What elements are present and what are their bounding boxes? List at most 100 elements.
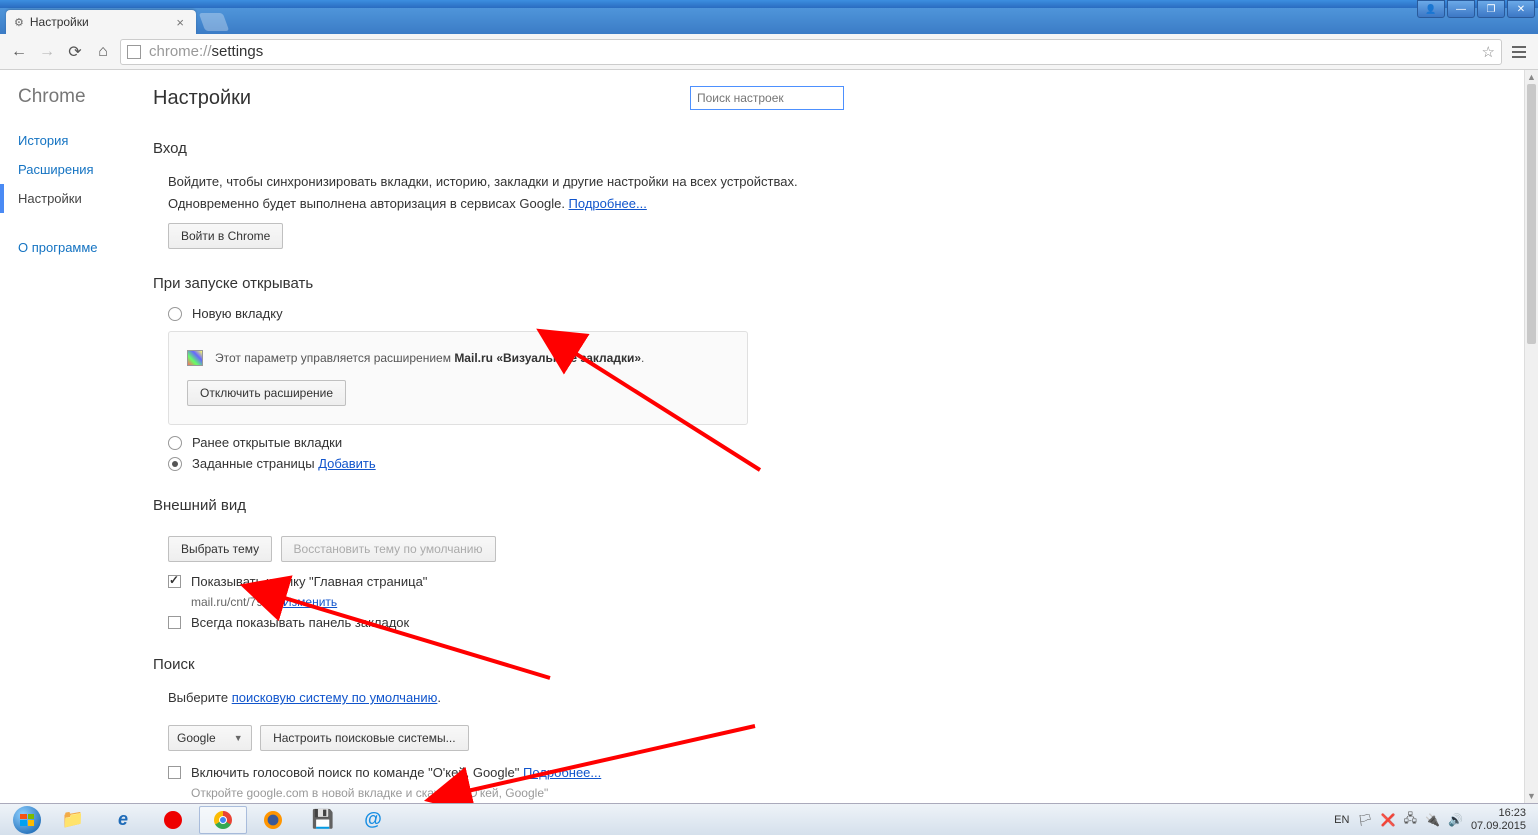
scroll-up-icon[interactable]: ▲ bbox=[1525, 70, 1538, 84]
checkbox-label: Включить голосовой поиск по команде "О'к… bbox=[191, 765, 523, 780]
url-path: settings bbox=[212, 43, 264, 60]
user-button[interactable]: 👤 bbox=[1417, 0, 1445, 18]
taskbar-mailru[interactable]: @ bbox=[349, 806, 397, 834]
tray-time: 16:23 bbox=[1471, 807, 1526, 819]
ext-name: Mail.ru «Визуальные закладки» bbox=[454, 351, 641, 365]
nav-extensions[interactable]: Расширения bbox=[0, 155, 153, 184]
login-heading: Вход bbox=[153, 140, 1524, 157]
taskbar-chrome[interactable] bbox=[199, 806, 247, 834]
start-button[interactable] bbox=[7, 806, 47, 834]
enable-voice-search-option[interactable]: Включить голосовой поиск по команде "О'к… bbox=[168, 765, 1524, 780]
tab-strip: ⚙ Настройки × bbox=[0, 8, 1538, 34]
section-startup: При запуске открывать Новую вкладку Этот… bbox=[153, 275, 1524, 471]
disable-extension-button[interactable]: Отключить расширение bbox=[187, 380, 346, 406]
radio-icon bbox=[168, 457, 182, 471]
login-text2: Одновременно будет выполнена авторизация… bbox=[168, 196, 569, 211]
ext-notice-text: Этот параметр управляется расширением bbox=[215, 351, 454, 365]
radio-icon bbox=[168, 307, 182, 321]
extension-icon bbox=[187, 350, 203, 366]
radio-label: Новую вкладку bbox=[192, 306, 283, 321]
choose-theme-button[interactable]: Выбрать тему bbox=[168, 536, 272, 562]
window-controls: 👤 — ❐ ✕ bbox=[1417, 0, 1535, 18]
tray-clock[interactable]: 16:23 07.09.2015 bbox=[1471, 807, 1526, 831]
taskbar-opera[interactable] bbox=[149, 806, 197, 834]
tray-shield-icon[interactable]: ❌ bbox=[1381, 813, 1396, 827]
tray-network-icon[interactable]: 🖧 bbox=[1404, 809, 1417, 830]
vertical-scrollbar[interactable]: ▲ ▼ bbox=[1524, 70, 1538, 803]
bookmark-star-icon[interactable]: ☆ bbox=[1482, 43, 1495, 61]
tab-title: Настройки bbox=[30, 15, 89, 29]
scrollbar-thumb[interactable] bbox=[1527, 84, 1536, 344]
search-settings-input[interactable] bbox=[690, 86, 844, 110]
close-window-button[interactable]: ✕ bbox=[1507, 0, 1535, 18]
tray-power-icon[interactable]: 🔌 bbox=[1425, 813, 1440, 827]
reload-button[interactable]: ⟳ bbox=[64, 41, 86, 63]
sign-in-button[interactable]: Войти в Chrome bbox=[168, 223, 283, 249]
page-icon bbox=[127, 45, 141, 59]
radio-label: Ранее открытые вкладки bbox=[192, 435, 342, 450]
checkbox-label: Всегда показывать панель закладок bbox=[191, 615, 409, 630]
page-title: Настройки bbox=[153, 87, 251, 110]
search-choose-text: Выберите bbox=[168, 690, 232, 705]
select-value: Google bbox=[177, 731, 216, 745]
nav-settings[interactable]: Настройки bbox=[0, 184, 153, 213]
home-button[interactable]: ⌂ bbox=[92, 41, 114, 63]
settings-page: Chrome История Расширения Настройки О пр… bbox=[0, 70, 1524, 803]
tray-language[interactable]: EN bbox=[1334, 814, 1349, 826]
scroll-down-icon[interactable]: ▼ bbox=[1525, 789, 1538, 803]
extension-controlled-notice: Этот параметр управляется расширением Ma… bbox=[168, 331, 748, 425]
caret-down-icon: ▼ bbox=[234, 733, 243, 743]
show-home-button-option[interactable]: Показывать кнопку "Главная страница" bbox=[168, 574, 1524, 589]
window-titlebar bbox=[0, 0, 1538, 8]
tray-date: 07.09.2015 bbox=[1471, 820, 1526, 832]
settings-content: Настройки Вход Войдите, чтобы синхронизи… bbox=[153, 70, 1524, 803]
radio-label: Заданные страницы bbox=[192, 456, 318, 471]
section-appearance: Внешний вид Выбрать тему Восстановить те… bbox=[153, 497, 1524, 630]
appearance-heading: Внешний вид bbox=[153, 497, 1524, 514]
browser-toolbar: ← → ⟳ ⌂ chrome://settings ☆ bbox=[0, 34, 1538, 70]
nav-history[interactable]: История bbox=[0, 126, 153, 155]
section-search: Поиск Выберите поисковую систему по умол… bbox=[153, 656, 1524, 800]
startup-new-tab-option[interactable]: Новую вкладку bbox=[168, 306, 1524, 321]
checkbox-icon bbox=[168, 616, 181, 629]
login-learn-more-link[interactable]: Подробнее... bbox=[569, 196, 647, 211]
checkbox-icon bbox=[168, 766, 181, 779]
change-home-link[interactable]: Изменить bbox=[283, 595, 337, 609]
voice-learn-more-link[interactable]: Подробнее... bbox=[523, 765, 601, 780]
checkbox-label: Показывать кнопку "Главная страница" bbox=[191, 574, 427, 589]
url-scheme: chrome:// bbox=[149, 43, 212, 60]
search-heading: Поиск bbox=[153, 656, 1524, 673]
login-text1: Войдите, чтобы синхронизировать вкладки,… bbox=[168, 171, 1524, 193]
gear-icon: ⚙ bbox=[14, 16, 24, 29]
show-bookmarks-bar-option[interactable]: Всегда показывать панель закладок bbox=[168, 615, 1524, 630]
forward-button[interactable]: → bbox=[36, 41, 58, 63]
taskbar-firefox[interactable] bbox=[249, 806, 297, 834]
radio-icon bbox=[168, 436, 182, 450]
back-button[interactable]: ← bbox=[8, 41, 30, 63]
new-tab-button[interactable] bbox=[199, 13, 230, 31]
voice-sub-text: Откройте google.com в новой вкладке и ск… bbox=[191, 786, 1524, 800]
taskbar-app-1[interactable]: 💾 bbox=[299, 806, 347, 834]
address-bar[interactable]: chrome://settings ☆ bbox=[120, 39, 1502, 65]
tray-volume-icon[interactable]: 🔊 bbox=[1448, 813, 1463, 827]
nav-about[interactable]: О программе bbox=[0, 233, 153, 262]
reset-theme-button[interactable]: Восстановить тему по умолчанию bbox=[281, 536, 496, 562]
windows-taskbar: 📁 e 💾 @ EN 🏳 ❌ 🖧 🔌 🔊 16:23 07.09.2015 bbox=[0, 803, 1538, 835]
search-engine-select[interactable]: Google ▼ bbox=[168, 725, 252, 751]
maximize-button[interactable]: ❐ bbox=[1477, 0, 1505, 18]
add-pages-link[interactable]: Добавить bbox=[318, 456, 375, 471]
checkbox-icon bbox=[168, 575, 181, 588]
home-page-url: mail.ru/cnt/7993/ bbox=[191, 595, 283, 609]
manage-search-engines-button[interactable]: Настроить поисковые системы... bbox=[260, 725, 469, 751]
chrome-menu-button[interactable] bbox=[1508, 46, 1530, 58]
taskbar-ie[interactable]: e bbox=[99, 806, 147, 834]
default-search-link[interactable]: поисковую систему по умолчанию bbox=[232, 690, 438, 705]
chrome-brand: Chrome bbox=[0, 86, 153, 126]
close-tab-button[interactable]: × bbox=[172, 15, 188, 30]
startup-specific-pages-option[interactable]: Заданные страницы Добавить bbox=[168, 456, 1524, 471]
minimize-button[interactable]: — bbox=[1447, 0, 1475, 18]
taskbar-explorer[interactable]: 📁 bbox=[49, 806, 97, 834]
browser-tab-settings[interactable]: ⚙ Настройки × bbox=[6, 10, 196, 34]
startup-previous-tabs-option[interactable]: Ранее открытые вкладки bbox=[168, 435, 1524, 450]
tray-flag-icon[interactable]: 🏳 bbox=[1357, 813, 1372, 827]
